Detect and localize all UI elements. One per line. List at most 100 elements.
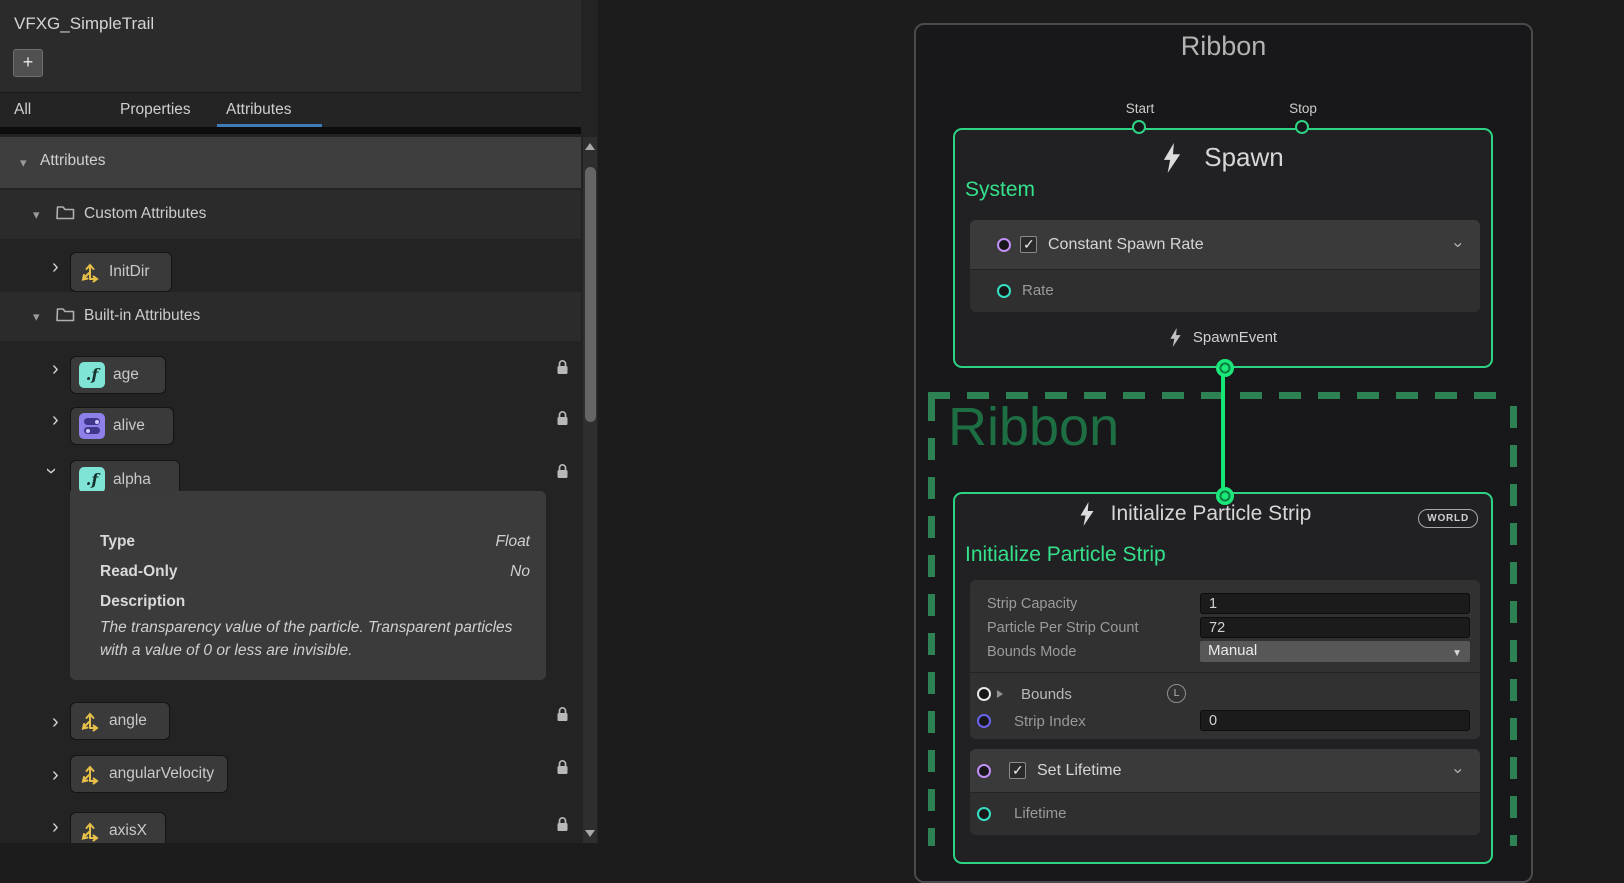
bounds-mode-label: Bounds Mode — [987, 644, 1076, 660]
bounds-expand-icon[interactable] — [997, 690, 1003, 698]
asset-title: VFXG_SimpleTrail — [14, 14, 154, 34]
vector-type-icon — [79, 820, 101, 842]
readonly-label: Read-Only — [100, 563, 178, 581]
foldout-triangle-icon[interactable]: ▾ — [33, 309, 40, 325]
attribute-pill-age[interactable]: .f age — [70, 356, 166, 394]
tab-attributes[interactable]: Attributes — [226, 101, 291, 119]
collapse-chevron-icon[interactable]: › — [41, 468, 61, 475]
strip-index-input-port[interactable] — [977, 714, 991, 728]
rate-label: Rate — [1022, 282, 1054, 299]
tab-bar: All Properties Attributes — [0, 94, 581, 127]
expand-chevron-icon[interactable]: › — [52, 359, 59, 379]
expand-chevron-icon[interactable]: › — [52, 712, 59, 732]
foldout-triangle-icon[interactable]: ▾ — [33, 207, 40, 223]
start-port-label: Start — [1126, 101, 1155, 116]
space-badge[interactable]: WORLD — [1418, 509, 1478, 528]
particle-per-strip-field[interactable] — [1200, 617, 1470, 638]
bounds-input-port[interactable] — [977, 687, 991, 701]
tab-properties[interactable]: Properties — [120, 101, 191, 119]
attribute-pill-alive[interactable]: alive — [70, 407, 174, 445]
attribute-details-panel: Type Float Read-Only No Description The … — [70, 491, 546, 680]
local-space-badge[interactable]: L — [1167, 684, 1186, 703]
attribute-name: alive — [113, 417, 145, 435]
add-attribute-button[interactable]: + — [13, 49, 43, 77]
folder-icon — [56, 307, 75, 322]
rate-input-port[interactable] — [997, 284, 1011, 298]
vector-type-icon — [79, 710, 101, 732]
attribute-name: age — [113, 366, 139, 384]
attribute-pill-initdir[interactable]: InitDir — [70, 252, 172, 292]
spawn-context-label: System — [965, 178, 1035, 202]
attribute-name: angle — [109, 712, 147, 730]
strip-index-field[interactable] — [1200, 710, 1470, 731]
start-flow-port[interactable] — [1132, 120, 1146, 134]
scrollbar-thumb[interactable] — [585, 167, 596, 422]
bounds-row: Bounds L — [970, 680, 1480, 708]
particle-per-strip-label: Particle Per Strip Count — [987, 620, 1139, 636]
rate-row: Rate — [970, 269, 1480, 311]
system-title: Ribbon — [916, 31, 1531, 62]
constant-spawn-rate-checkbox[interactable] — [1020, 236, 1037, 253]
spawn-node[interactable]: Spawn System Constant Spawn Rate › Rate … — [953, 128, 1493, 368]
attribute-pill-angularvelocity[interactable]: angularVelocity — [70, 755, 228, 793]
strip-index-row: Strip Index — [970, 708, 1480, 734]
attribute-row-age: › .f age — [0, 341, 581, 392]
block-collapse-chevron-icon[interactable]: › — [1451, 242, 1468, 248]
float-type-icon: .f — [79, 362, 105, 388]
builtin-attributes-label: Built-in Attributes — [84, 307, 200, 325]
set-lifetime-header[interactable]: Set Lifetime › — [970, 749, 1480, 792]
description-text: The transparency value of the particle. … — [100, 617, 528, 662]
attribute-pill-axisx[interactable]: axisX — [70, 812, 166, 843]
strip-capacity-field[interactable] — [1200, 593, 1470, 614]
lock-icon — [556, 706, 569, 722]
block-collapse-chevron-icon[interactable]: › — [1451, 768, 1468, 774]
attribute-row-initdir: › InitDir — [0, 239, 581, 292]
bounds-mode-dropdown[interactable]: Manual — [1200, 641, 1470, 662]
attribute-row-alpha: › .f alpha — [0, 443, 581, 491]
attribute-pill-angle[interactable]: angle — [70, 702, 170, 740]
tree-root-label: Attributes — [40, 152, 105, 170]
divider — [970, 672, 1480, 673]
initialize-context-label: Initialize Particle Strip — [965, 543, 1166, 567]
scrollbar[interactable] — [583, 137, 597, 843]
bool-type-icon — [79, 413, 105, 439]
attribute-row-angularvelocity: › angularVelocity — [0, 745, 581, 797]
initialize-settings-block: Strip Capacity Particle Per Strip Count … — [970, 580, 1480, 739]
expand-chevron-icon[interactable]: › — [52, 257, 59, 277]
spawn-output-flow-port[interactable] — [1216, 359, 1234, 377]
type-label: Type — [100, 533, 135, 551]
custom-attributes-folder-row[interactable]: ▾ Custom Attributes — [0, 190, 581, 239]
initialize-particle-strip-node[interactable]: Initialize Particle Strip WORLD Initiali… — [953, 492, 1493, 864]
set-lifetime-block: Set Lifetime › Lifetime — [970, 749, 1480, 835]
flow-edge[interactable] — [1221, 368, 1225, 494]
float-type-icon: .f — [79, 467, 105, 493]
scroll-up-icon[interactable] — [585, 143, 595, 150]
group-label[interactable]: Ribbon — [948, 396, 1119, 458]
group-border-right — [1510, 406, 1517, 846]
attribute-row-axisx: › axisX — [0, 797, 581, 843]
attribute-tree: ▾ Attributes ▾ Custom Attributes › — [0, 134, 581, 843]
attribute-row-alive: › alive — [0, 392, 581, 443]
type-value: Float — [496, 533, 530, 551]
lock-icon — [556, 816, 569, 832]
bounds-mode-value: Manual — [1208, 642, 1257, 659]
stop-flow-port[interactable] — [1295, 120, 1309, 134]
expand-chevron-icon[interactable]: › — [52, 410, 59, 430]
scroll-down-icon[interactable] — [585, 830, 595, 837]
set-lifetime-checkbox[interactable] — [1009, 762, 1026, 779]
expand-chevron-icon[interactable]: › — [52, 765, 59, 785]
expand-chevron-icon[interactable]: › — [52, 817, 59, 837]
block-input-port[interactable] — [977, 764, 991, 778]
block-input-port[interactable] — [997, 238, 1011, 252]
strip-capacity-label: Strip Capacity — [987, 596, 1077, 612]
foldout-triangle-icon[interactable]: ▾ — [20, 155, 27, 171]
attribute-name: alpha — [113, 471, 151, 489]
builtin-attributes-folder-row[interactable]: ▾ Built-in Attributes — [0, 292, 581, 341]
spawnevent-label: SpawnEvent — [1193, 329, 1277, 346]
constant-spawn-rate-block[interactable]: Constant Spawn Rate › — [970, 220, 1480, 269]
lifetime-input-port[interactable] — [977, 807, 991, 821]
folder-icon — [56, 205, 75, 220]
tab-all[interactable]: All — [14, 101, 31, 119]
tree-root-row[interactable]: ▾ Attributes — [0, 137, 581, 188]
description-label: Description — [100, 593, 185, 610]
